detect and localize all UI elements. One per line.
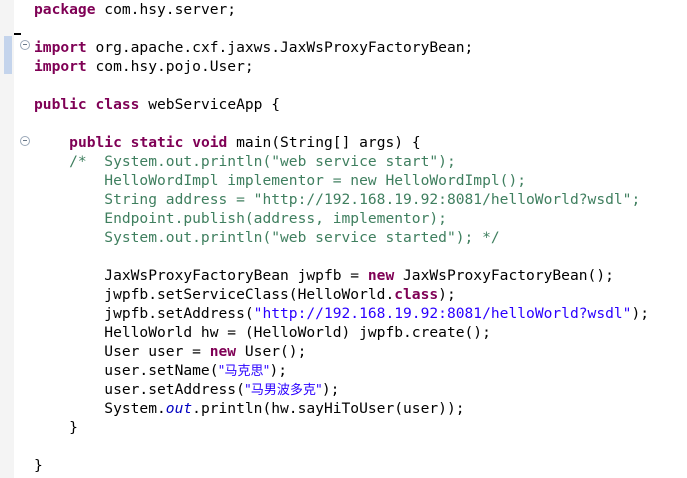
code-line: JaxWsProxyFactoryBean jwpfb = new JaxWsP… [34,267,614,284]
code-line: user.setName("马克思"); [34,362,288,379]
method-close-brace: } [34,419,78,436]
comment-line: /* System.out.println("web service start… [34,153,456,170]
code-line: HelloWorld hw = (HelloWorld) jwpfb.creat… [34,324,491,341]
import-line: import com.hsy.pojo.User; [34,58,254,75]
code-editor[interactable]: package com.hsy.server; import org.apach… [34,0,649,475]
class-close-brace: } [34,457,43,474]
change-marker [4,36,12,74]
fold-toggle-method[interactable] [20,136,30,146]
comment-line: HelloWordImpl implementor = new HelloWor… [34,172,527,189]
code-line: jwpfb.setServiceClass(HelloWorld.class); [34,286,456,303]
code-line: System.out.println(hw.sayHiToUser(user))… [34,400,465,417]
code-line: user.setAddress("马男波多克"); [34,381,340,398]
method-declaration: public static void main(String[] args) { [69,134,421,151]
package-line: package com.hsy.server; [34,1,237,18]
class-declaration: public class webServiceApp { [34,96,281,113]
text-cursor [14,33,21,35]
fold-toggle-imports[interactable] [20,40,30,50]
code-line: jwpfb.setAddress("http://192.168.19.92:8… [34,305,650,322]
comment-line: Endpoint.publish(address, implementor); [34,210,447,227]
comment-line: System.out.println("web service started"… [34,229,500,246]
comment-line: String address = "http://192.168.19.92:8… [34,191,641,208]
import-line: import org.apache.cxf.jaxws.JaxWsProxyFa… [34,39,474,56]
code-line: User user = new User(); [34,343,307,360]
